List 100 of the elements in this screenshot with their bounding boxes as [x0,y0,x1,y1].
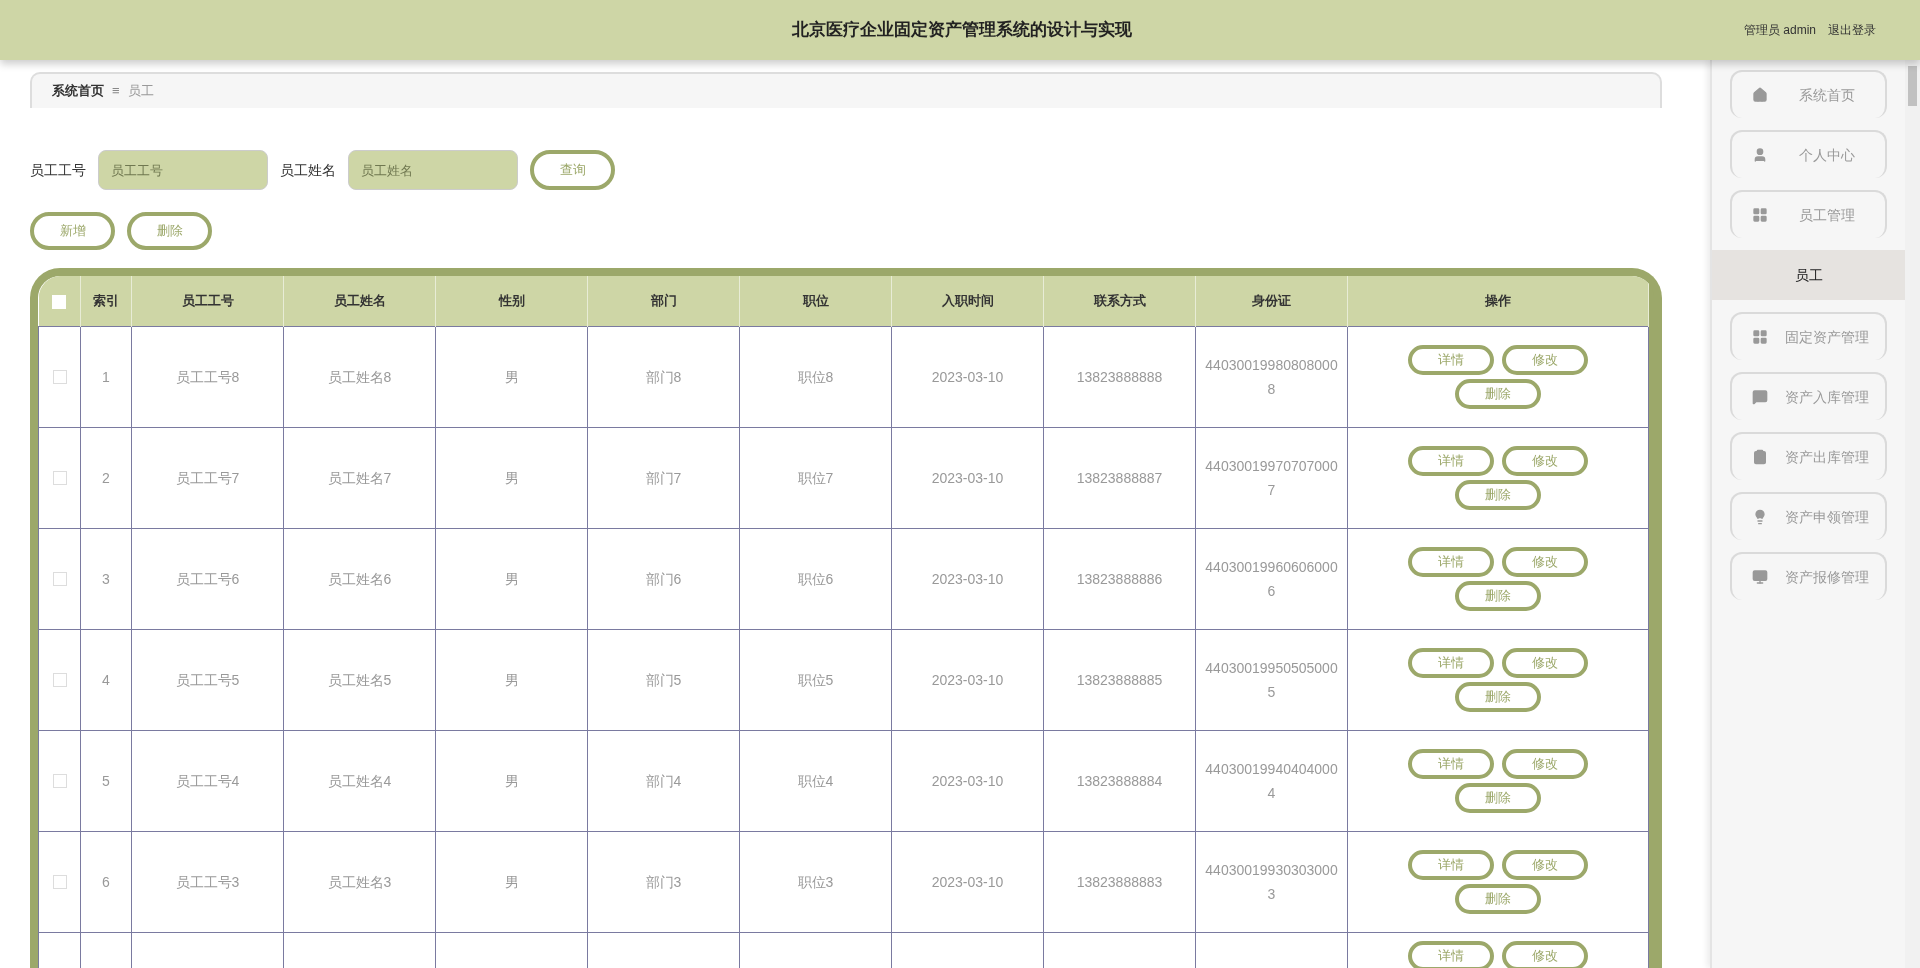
table-cell: 440300199404040004 [1195,730,1348,831]
table-cell: 2023-03-10 [891,528,1044,629]
sidebar-item[interactable]: 资产出库管理 [1730,432,1887,480]
column-header: 部门 [587,276,740,326]
field-label: 员工姓名 [280,160,336,180]
lightbulb-icon [1752,509,1768,525]
delete-button[interactable]: 删除 [1455,782,1541,813]
table-cell: 2 [80,427,132,528]
detail-button[interactable]: 详情 [1408,647,1494,678]
table-cell: 员工工号8 [131,326,284,427]
table-cell: 职位3 [739,831,892,932]
edit-button[interactable]: 修改 [1502,940,1588,968]
table-cell: 2023-03-10 [891,629,1044,730]
sidebar-item[interactable]: 员工管理 [1730,190,1887,238]
delete-button[interactable]: 删除 [1455,378,1541,409]
detail-button[interactable]: 详情 [1408,445,1494,476]
table-cell: 员工工号3 [131,831,284,932]
table-cell: 2023-03-10 [891,831,1044,932]
detail-button[interactable]: 详情 [1408,748,1494,779]
search-button[interactable]: 查询 [530,150,615,190]
breadcrumb-separator: ≡ [112,82,120,101]
edit-button[interactable]: 修改 [1502,647,1588,678]
detail-button[interactable]: 详情 [1408,344,1494,375]
delete-button[interactable]: 删除 [127,212,212,250]
checkbox[interactable] [52,572,67,587]
sidebar-item[interactable]: 资产入库管理 [1730,372,1887,420]
column-header: 职位 [739,276,892,326]
edit-button[interactable]: 修改 [1502,546,1588,577]
table-cell: 4 [80,629,132,730]
table-cell: 男 [435,730,588,831]
table-cell: 13823888885 [1043,629,1196,730]
column-header: 操作 [1347,276,1649,326]
checkbox[interactable] [52,370,67,385]
table-cell: 13823888883 [1043,831,1196,932]
table-cell: 男 [435,326,588,427]
table-cell: 员工工号5 [131,629,284,730]
delete-button[interactable]: 删除 [1455,883,1541,914]
checkbox[interactable] [52,673,67,688]
checkbox[interactable] [52,471,67,486]
table-cell: 3 [80,528,132,629]
edit-button[interactable]: 修改 [1502,849,1588,880]
app-title: 北京医疗企业固定资产管理系统的设计与实现 [792,19,1132,42]
detail-button[interactable]: 详情 [1408,546,1494,577]
edit-button[interactable]: 修改 [1502,748,1588,779]
delete-button[interactable]: 删除 [1455,580,1541,611]
sidebar-item[interactable]: 资产申领管理 [1730,492,1887,540]
table-cell: 男 [435,528,588,629]
table-cell: 部门8 [587,326,740,427]
user-icon [1752,147,1768,163]
breadcrumb-item[interactable]: 员工 [127,81,154,101]
table-cell: 部门4 [587,730,740,831]
sidebar-item[interactable]: 固定资产管理 [1730,312,1887,360]
table-cell: 440300199303030003 [1195,831,1348,932]
table-cell: 2023-03-10 [891,427,1044,528]
table-cell: 2023-03-10 [891,326,1044,427]
table-cell: 1 [80,326,132,427]
table-cell: 男 [435,427,588,528]
detail-button[interactable]: 详情 [1408,940,1494,968]
table-cell: 员工姓名4 [283,730,436,831]
sidebar-item[interactable]: 个人中心 [1730,130,1887,178]
table-cell: 440300199505050005 [1195,629,1348,730]
grid-icon [1752,329,1768,345]
edit-button[interactable]: 修改 [1502,445,1588,476]
table-cell: 员工工号4 [131,730,284,831]
table-cell: 职位5 [739,629,892,730]
table-cell: 部门7 [587,427,740,528]
delete-button[interactable]: 删除 [1455,681,1541,712]
scrollbar[interactable] [1905,60,1920,968]
table-cell: 6 [80,831,132,932]
column-header: 入职时间 [891,276,1044,326]
breadcrumb-item[interactable]: 系统首页 [52,81,104,101]
add-button[interactable]: 新增 [30,212,115,250]
grid-icon [1752,207,1768,223]
column-header: 身份证 [1195,276,1348,326]
table-cell: 员工姓名5 [283,629,436,730]
detail-button[interactable]: 详情 [1408,849,1494,880]
field-label: 员工工号 [30,160,86,180]
table-cell: 员工姓名6 [283,528,436,629]
table-cell: 男 [435,629,588,730]
table-cell: 2023-03-10 [891,730,1044,831]
sidebar-item[interactable]: 资产报修管理 [1730,552,1887,600]
sidebar-subitem[interactable]: 员工 [1712,250,1905,300]
table-cell: 13823888884 [1043,730,1196,831]
delete-button[interactable]: 删除 [1455,479,1541,510]
search-field[interactable]: 员工工号 [98,150,268,190]
table-cell: 员工姓名3 [283,831,436,932]
search-field[interactable]: 员工姓名 [348,150,518,190]
table-cell: 男 [435,831,588,932]
sidebar-item[interactable]: 系统首页 [1730,70,1887,118]
edit-button[interactable]: 修改 [1502,344,1588,375]
table-cell: 13823888888 [1043,326,1196,427]
table-cell: 员工工号6 [131,528,284,629]
table-cell: 部门5 [587,629,740,730]
checkbox[interactable] [52,774,67,789]
table-cell: 13823888887 [1043,427,1196,528]
column-header: 性别 [435,276,588,326]
table-cell: 440300199808080008 [1195,326,1348,427]
logout-link[interactable]: 退出登录 [1828,21,1876,39]
checkbox[interactable] [52,875,67,890]
table-cell: 员工姓名8 [283,326,436,427]
